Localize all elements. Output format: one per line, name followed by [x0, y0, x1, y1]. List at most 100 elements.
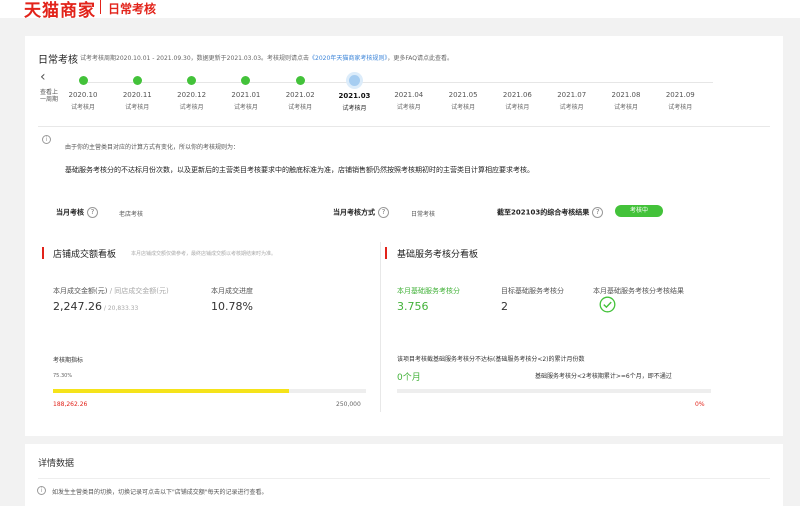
timeline-type: 试考核月: [559, 104, 584, 111]
timeline-item[interactable]: 2021.07 试考核月: [547, 76, 597, 111]
check-circle-icon: [599, 296, 616, 313]
section-marker: [385, 247, 387, 259]
timeline-dot: [241, 76, 251, 85]
sales-progress-bar: [53, 389, 366, 393]
timeline-month: 2021.03: [338, 92, 371, 100]
month-assess-value: 老店考核: [119, 211, 144, 218]
timeline-item[interactable]: 2021.02 试考核月: [275, 76, 325, 111]
service-score-value: 3.756: [397, 300, 429, 313]
sales-progress-label: 本月成交进度: [211, 287, 253, 295]
chevron-left-icon: ‹: [40, 69, 46, 85]
month-method-label-text: 当月考核方式: [333, 208, 375, 217]
timeline-type: 试考核月: [233, 104, 258, 111]
header-note: 试考考核周期2020.10.01 - 2021.09.30，数据更新于2021.…: [80, 53, 453, 62]
tmall-logo[interactable]: 天猫商家: [24, 0, 96, 21]
sales-board-title: 店铺成交额看板: [53, 250, 117, 260]
timeline-type: 试考核月: [288, 104, 313, 111]
period-target-label: 考核期指标: [53, 357, 84, 364]
timeline-type: 试考核月: [125, 104, 150, 111]
failed-months-value: 0个月: [397, 373, 421, 383]
previous-cycle-label: 查看上一周期: [39, 89, 58, 103]
header-note-suffix[interactable]: ，更多FAQ请点此查看。: [387, 55, 453, 62]
timeline-month: 2021.01: [231, 91, 261, 99]
service-score-label: 本月基础服务考核分: [397, 287, 460, 295]
timeline-dot: [295, 76, 305, 85]
top-bar: 天猫商家 日常考核: [0, 0, 800, 21]
timeline-item[interactable]: 2020.12 试考核月: [167, 76, 217, 111]
timeline-item[interactable]: 2021.06 试考核月: [492, 76, 542, 111]
same-shop-amount-number: / 20,833.33: [101, 305, 139, 312]
app-title: 日常考核: [108, 2, 157, 16]
timeline-type: 试考核月: [668, 104, 693, 111]
timeline-item[interactable]: 2021.09 试考核月: [655, 76, 705, 111]
vertical-divider: [380, 242, 381, 412]
timeline-dot: [132, 76, 142, 85]
info-icon: i: [37, 486, 46, 495]
divider: [38, 478, 770, 479]
timeline-dot: [187, 76, 197, 85]
month-method-value: 日常考核: [411, 211, 436, 218]
notice-rule-text: 基础服务考核分的不达标月份次数，以及更新后的主营类目考核要求中的触底标准为准，店…: [65, 166, 534, 174]
service-rule-text: 该项目考核截基础服务考核分不达标(基础服务考核分<2)的累计月份数: [397, 356, 585, 363]
month-method-label: 当月考核方式?: [333, 207, 389, 218]
sales-amount-label: 本月成交金额(元) / 同店成交金额(元): [53, 286, 169, 296]
timeline-type: 试考核月: [451, 104, 476, 111]
timeline-item[interactable]: 2021.01 试考核月: [221, 76, 271, 111]
details-note: 如发生主营类目的切换，切换记录可点击以下"店铺成交额"每天的记录进行查看。: [52, 489, 268, 496]
timeline-type: 试考核月: [613, 104, 638, 111]
sales-progress-fill: [53, 389, 289, 393]
divider: [38, 126, 770, 127]
sales-amount-number: 2,247.26: [53, 300, 102, 313]
details-card: 详情数据 i 如发生主营类目的切换，切换记录可点击以下"店铺成交额"每天的记录进…: [25, 444, 783, 506]
result-label: 截至202103的综合考核结果?: [497, 207, 604, 218]
header-note-prefix: 试考考核周期2020.10.01 - 2021.09.30，数据更新于2021.…: [80, 55, 310, 62]
target-score-value: 2: [501, 300, 508, 313]
info-icon: i: [42, 135, 51, 144]
timeline-month: 2021.05: [448, 91, 478, 99]
assessment-card: 日常考核 试考考核周期2020.10.01 - 2021.09.30，数据更新于…: [25, 36, 783, 436]
timeline-dot: [349, 75, 360, 86]
timeline-item[interactable]: 2021.04 试考核月: [384, 76, 434, 111]
timeline-type: 试考核月: [505, 104, 530, 111]
timeline-month: 2021.06: [502, 91, 532, 99]
rules-link[interactable]: 《2020年天猫商家考核规则》: [309, 55, 387, 62]
score-result-label: 本月基础服务考核分考核结果: [593, 287, 684, 295]
timeline-item[interactable]: 2020.11 试考核月: [112, 76, 162, 111]
target-score-label: 目标基础服务考核分: [501, 287, 564, 295]
service-progress-percent: 0%: [695, 401, 705, 408]
service-board-title: 基础服务考核分看板: [397, 250, 479, 260]
section-marker: [42, 247, 44, 259]
timeline-month: 2021.04: [394, 91, 424, 99]
service-rule-condition: 基础服务考核分<2考核期累计>=6个月，即不通过: [535, 373, 672, 380]
timeline-month: 2021.07: [557, 91, 587, 99]
timeline-month: 2020.10: [68, 91, 98, 99]
logo-separator: [100, 0, 101, 14]
help-icon[interactable]: ?: [87, 207, 98, 218]
timeline-dot: [567, 76, 576, 85]
month-assess-label-text: 当月考核: [56, 208, 84, 217]
timeline-item[interactable]: 2021.03 试考核月: [330, 75, 380, 112]
previous-cycle-button[interactable]: ‹ 查看上一周期: [38, 70, 60, 103]
same-shop-amount-label: / 同店成交金额(元): [107, 287, 169, 295]
sales-amount-label-text: 本月成交金额(元): [53, 287, 108, 295]
sales-progress-value: 10.78%: [211, 300, 253, 313]
help-icon[interactable]: ?: [378, 207, 389, 218]
result-label-text: 截至202103的综合考核结果: [497, 208, 590, 217]
help-icon[interactable]: ?: [592, 207, 604, 218]
timeline-month: 2021.09: [665, 91, 695, 99]
timeline-item[interactable]: 2020.10 试考核月: [58, 76, 108, 111]
timeline-type: 试考核月: [342, 105, 367, 112]
timeline-month: 2020.11: [122, 91, 152, 99]
status-badge: 考核中: [615, 205, 663, 217]
timeline-dot: [676, 76, 685, 85]
timeline-item[interactable]: 2021.08 试考核月: [601, 76, 651, 111]
sales-amount-value: 2,247.26 / 20,833.33: [53, 300, 138, 313]
period-progress-percent: 75.30%: [53, 373, 73, 379]
timeline-dot: [404, 76, 413, 85]
timeline-item[interactable]: 2021.05 试考核月: [438, 76, 488, 111]
timeline-dot: [622, 76, 631, 85]
month-assess-label: 当月考核?: [56, 207, 98, 218]
timeline-month: 2021.08: [611, 91, 641, 99]
timeline-dot: [513, 76, 522, 85]
timeline-month: 2020.12: [177, 91, 207, 99]
